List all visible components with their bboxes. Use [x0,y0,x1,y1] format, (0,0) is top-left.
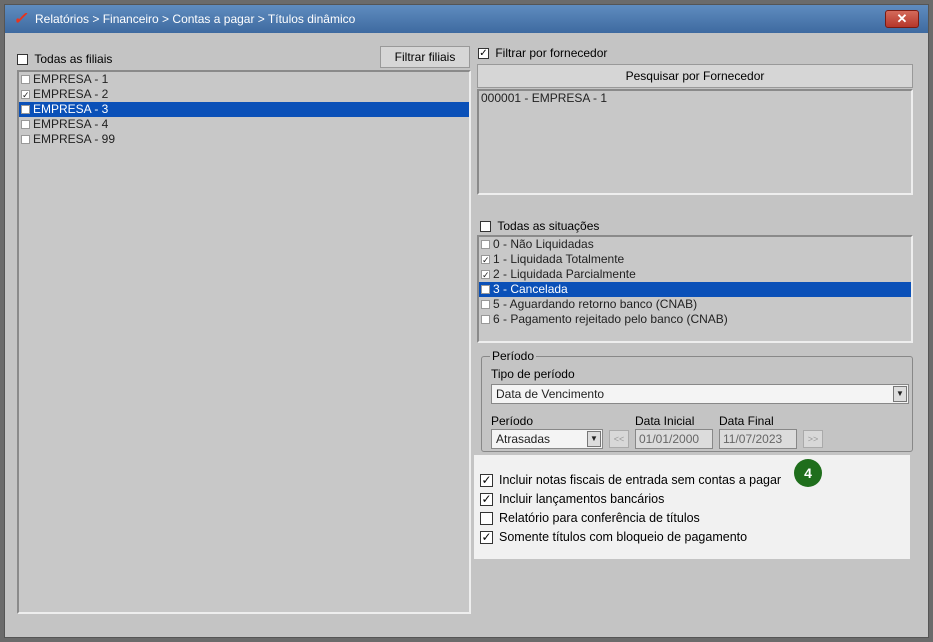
periodo-value: Atrasadas [496,432,551,446]
list-item-checkbox[interactable] [481,300,490,310]
list-item[interactable]: EMPRESA - 99 [19,132,469,147]
fornecedor-list[interactable]: 000001 - EMPRESA - 1 [477,89,913,195]
filiais-list[interactable]: EMPRESA - 1 ✓ EMPRESA - 2 ✓ EMPRESA - 3 EMPRE… [17,70,471,614]
list-item[interactable]: ✓ EMPRESA - 3 [19,102,469,117]
tipo-periodo-value: Data de Vencimento [496,387,605,401]
list-item-checkbox[interactable] [21,75,30,85]
window-client-area: Todas as filiais Filtrar filiais EMPRESA… [5,33,928,637]
pesquisar-fornecedor-button[interactable]: Pesquisar por Fornecedor [477,64,913,88]
list-item-label: EMPRESA - 3 [33,102,109,116]
tipo-periodo-label: Tipo de período [491,367,575,381]
data-inicial-label: Data Inicial [635,414,695,428]
option-checkbox[interactable]: ✓ [480,474,493,488]
data-final-field[interactable]: 11/07/2023 [719,429,797,449]
list-item-label: EMPRESA - 1 [33,72,109,86]
prev-period-button[interactable]: << [609,430,629,448]
periodo-group: Período Tipo de período Data de Vencimen… [481,349,913,452]
periodo-group-label: Período [490,349,537,363]
window-title: Relatórios > Financeiro > Contas a pagar… [35,12,356,26]
option-row[interactable]: ✓ Somente títulos com bloqueio de pagamen… [480,528,747,546]
filtrar-fornecedor-label: Filtrar por fornecedor [495,46,608,60]
list-item-label: EMPRESA - 2 [33,87,109,101]
filtrar-fornecedor-row[interactable]: ✓ Filtrar por fornecedor [478,46,607,60]
close-button[interactable]: ✕ [885,10,919,28]
list-item-label: 0 - Não Liquidadas [493,237,594,251]
list-item-checkbox[interactable] [481,315,490,325]
periodo-label: Período [491,414,534,428]
list-item-checkbox[interactable]: ✓ [481,285,490,295]
chevron-down-icon[interactable]: ▼ [587,431,601,447]
next-period-button[interactable]: >> [803,430,823,448]
report-window: ✓ Relatórios > Financeiro > Contas a pag… [4,4,929,638]
option-row[interactable]: ✓ Incluir notas fiscais de entrada sem co… [480,471,781,489]
step-badge: 4 [794,459,822,487]
list-item-checkbox[interactable]: ✓ [21,90,30,100]
filtrar-fornecedor-checkbox[interactable]: ✓ [478,48,489,60]
filtrar-filiais-button[interactable]: Filtrar filiais [380,46,470,68]
todas-filiais-label: Todas as filiais [34,52,113,66]
list-item-label: 1 - Liquidada Totalmente [493,252,625,266]
tipo-periodo-select[interactable]: Data de Vencimento ▼ [491,384,909,404]
title-bar: ✓ Relatórios > Financeiro > Contas a pag… [5,5,928,33]
list-item[interactable]: EMPRESA - 4 [19,117,469,132]
todas-filiais-checkbox[interactable] [17,54,28,66]
option-checkbox[interactable]: ✓ [480,531,493,545]
list-item-label: 2 - Liquidada Parcialmente [493,267,636,281]
list-item[interactable]: ✓ 1 - Liquidada Totalmente [479,252,911,267]
list-item-label: EMPRESA - 4 [33,117,109,131]
app-logo-icon: ✓ [13,9,28,28]
list-item-checkbox[interactable] [21,135,30,145]
close-icon: ✕ [896,11,908,26]
option-label: Somente títulos com bloqueio de pagament… [499,530,748,544]
options-panel: ✓ Incluir notas fiscais de entrada sem co… [474,455,910,559]
list-item-label: EMPRESA - 99 [33,132,116,146]
list-item-checkbox[interactable]: ✓ [21,105,30,115]
list-item-label: 5 - Aguardando retorno banco (CNAB) [493,297,698,311]
option-label: Incluir lançamentos bancários [499,492,665,506]
list-item[interactable]: 6 - Pagamento rejeitado pelo banco (CNAB… [479,312,911,327]
list-item-checkbox[interactable]: ✓ [481,270,490,280]
todas-situacoes-row[interactable]: Todas as situações [480,219,599,233]
list-item[interactable]: 5 - Aguardando retorno banco (CNAB) [479,297,911,312]
list-item[interactable]: ✓ EMPRESA - 2 [19,87,469,102]
list-item-checkbox[interactable]: ✓ [481,255,490,265]
todas-situacoes-checkbox[interactable] [480,221,491,233]
list-item[interactable]: 0 - Não Liquidadas [479,237,911,252]
option-row[interactable]: ✓ Incluir lançamentos bancários [480,490,664,508]
list-item-label: 3 - Cancelada [493,282,568,296]
list-item[interactable]: EMPRESA - 1 [19,72,469,87]
todas-filiais-checkbox-row[interactable]: Todas as filiais [17,52,112,66]
periodo-select[interactable]: Atrasadas ▼ [491,429,603,449]
todas-situacoes-label: Todas as situações [497,219,600,233]
option-checkbox[interactable] [480,512,493,526]
list-item-checkbox[interactable] [21,120,30,130]
option-label: Relatório para conferência de títulos [499,511,700,525]
data-final-label: Data Final [719,414,774,428]
situacoes-list[interactable]: 0 - Não Liquidadas ✓ 1 - Liquidada Totalme… [477,235,913,343]
option-label: Incluir notas fiscais de entrada sem con… [499,473,782,487]
chevron-down-icon[interactable]: ▼ [893,386,907,402]
option-row[interactable]: Relatório para conferência de títulos [480,509,700,527]
data-inicial-field[interactable]: 01/01/2000 [635,429,713,449]
list-item-checkbox[interactable] [481,240,490,250]
list-item[interactable]: 000001 - EMPRESA - 1 [479,91,911,106]
list-item-label: 6 - Pagamento rejeitado pelo banco (CNAB… [493,312,728,326]
list-item[interactable]: ✓ 2 - Liquidada Parcialmente [479,267,911,282]
option-checkbox[interactable]: ✓ [480,493,493,507]
list-item[interactable]: ✓ 3 - Cancelada [479,282,911,297]
